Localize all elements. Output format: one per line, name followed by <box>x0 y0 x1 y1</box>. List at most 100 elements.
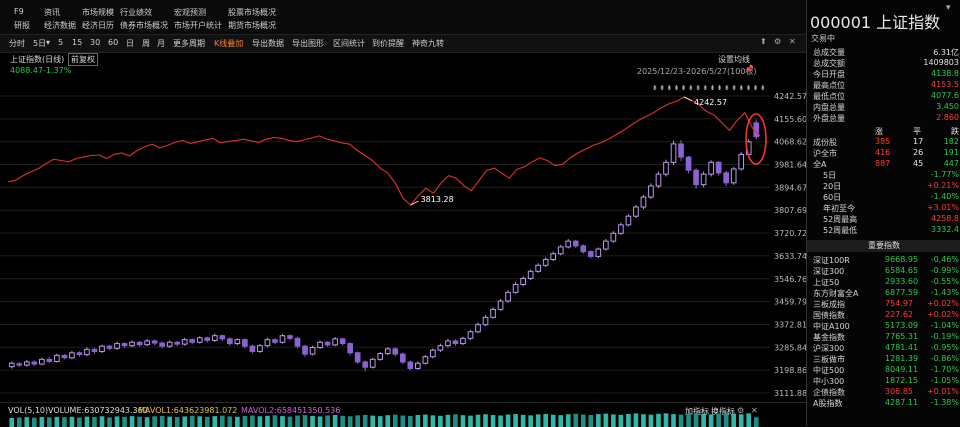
index-change: -1.05% <box>930 376 959 385</box>
index-value: 306.85 <box>885 387 913 396</box>
candle-body <box>332 338 338 346</box>
index-value: 9668.95 <box>885 255 919 264</box>
menu-item-macro[interactable]: 宏观预测 <box>174 7 206 18</box>
menu-item-bond-overview[interactable]: 债券市场概况 <box>120 20 168 31</box>
close-icon[interactable]: ✕ <box>789 37 796 46</box>
volume-bar-item <box>738 414 744 427</box>
candle-body <box>362 361 369 368</box>
stat-row: 今日开盘 4138.8 <box>813 69 960 79</box>
toolbar-export-data[interactable]: 导出数据 <box>252 38 284 49</box>
menu-item-economic-calendar[interactable]: 经济日历 <box>82 20 114 31</box>
volume-bar-item <box>543 413 549 427</box>
index-value: 6584.65 <box>885 266 919 275</box>
period-value: -1.40% <box>930 192 959 201</box>
y-tick-label: 3198.86 <box>774 366 806 375</box>
index-change: -1.43% <box>930 288 959 297</box>
toolbar-60min[interactable]: 60 <box>108 38 118 47</box>
stat-row: 最低点位 4077.6 <box>813 91 960 101</box>
y-tick-label: 3285.84 <box>774 343 806 352</box>
candle-body <box>8 362 15 368</box>
volume-bar-item <box>618 414 624 427</box>
stat-label: 外盘总量 <box>813 114 845 123</box>
volume-bar-item <box>152 416 157 427</box>
volume-bar-item <box>197 416 203 427</box>
volume-bar: VOL(5,10) VOLUME:630732943.360 MAVOL1:64… <box>0 402 806 427</box>
candle-body <box>422 356 429 364</box>
period-label: 年初至今 <box>823 204 855 213</box>
volume-bar-item <box>468 415 473 427</box>
index-name: 深证100R <box>813 256 850 265</box>
candle-body <box>625 215 632 226</box>
toolbar-day[interactable]: 日 <box>126 38 134 49</box>
overlay-line <box>7 96 761 206</box>
toolbar-kline-overlay[interactable]: K线叠加 <box>214 38 243 49</box>
volume-bar-item <box>219 415 225 427</box>
candle-body <box>129 341 135 347</box>
volume-bar-item <box>746 413 752 427</box>
menu-item-futures-overview[interactable]: 期货市场概况 <box>228 20 276 31</box>
breadth-down: 191 <box>943 148 959 157</box>
menu-item-market-scale[interactable]: 市场规模 <box>82 7 114 18</box>
volume-bar-item <box>385 415 391 427</box>
candlestick-chart[interactable]: 4242.57 4155.60 4068.62 3981.64 3894.67 3807.… <box>0 52 806 406</box>
menu-item-research[interactable]: 研报 <box>14 20 30 31</box>
toolbar-range-stats[interactable]: 区间统计 <box>333 38 365 49</box>
index-row: 三板做市 1281.39 -0.86% <box>813 354 960 364</box>
toolbar-month[interactable]: 月 <box>157 38 165 49</box>
y-tick-label: 4068.62 <box>774 138 806 147</box>
volume-bar-item <box>159 415 165 427</box>
candle-body <box>708 161 714 175</box>
toolbar-week[interactable]: 周 <box>142 38 150 49</box>
toolbar-magic-nine[interactable]: 神奇九转 <box>412 38 444 49</box>
index-title: 000001 上证指数 <box>810 13 941 32</box>
index-name: 东方财富全A <box>813 289 859 298</box>
candle-body <box>595 248 602 257</box>
menu-item-f9[interactable]: F9 <box>14 7 24 16</box>
menu-item-industry[interactable]: 行业绩效 <box>120 7 152 18</box>
volume-bar-item <box>362 414 368 427</box>
index-row: 中证A100 5173.09 -1.04% <box>813 321 960 331</box>
menu-item-stock-overview[interactable]: 股票市场概况 <box>228 7 276 18</box>
arrow-up-icon[interactable]: ⬆ <box>760 37 767 46</box>
candle-body <box>354 352 361 363</box>
stat-value: 4077.6 <box>931 91 959 100</box>
candle-body <box>39 358 45 365</box>
volume-bar-item <box>407 415 413 427</box>
toolbar-15min[interactable]: 15 <box>72 38 82 47</box>
menu-item-news[interactable]: 资讯 <box>44 7 60 18</box>
breadth-label: 全A <box>813 160 827 169</box>
menu-item-account-stats[interactable]: 市场开户统计 <box>174 20 222 31</box>
marker-arrow: ⇟ <box>738 84 744 92</box>
settings-icon[interactable]: ⚙ <box>774 37 781 46</box>
toolbar-dropdown-icon[interactable]: ▾ <box>46 38 50 47</box>
volume-bar-item <box>678 414 684 427</box>
chevron-down-icon[interactable]: ▾ <box>946 3 958 13</box>
toolbar-export-image[interactable]: 导出图形 <box>292 38 324 49</box>
candle-body <box>181 339 188 345</box>
candle-body <box>174 341 181 345</box>
index-row: 深证300 6584.65 -0.99% <box>813 266 960 276</box>
toolbar-5day[interactable]: 5日 <box>33 38 46 49</box>
index-change: -0.19% <box>930 332 959 341</box>
stat-label: 最低点位 <box>813 92 845 101</box>
candle-body <box>505 291 511 302</box>
toolbar-price-alert[interactable]: 到价提醒 <box>372 38 404 49</box>
volume-bar-item <box>392 414 398 427</box>
volume-bar-item <box>565 414 571 427</box>
volume-bar-item <box>558 415 564 427</box>
toolbar-5min[interactable]: 5 <box>58 38 63 47</box>
toolbar-intraday[interactable]: 分时 <box>9 38 25 49</box>
volume-bar-item <box>505 414 511 427</box>
volume-bar-item <box>633 413 639 427</box>
candle-body <box>550 253 557 261</box>
toolbar-more-periods[interactable]: 更多周期 <box>173 38 205 49</box>
menu-item-economic-data[interactable]: 经济数据 <box>44 20 76 31</box>
volume-bar-item <box>513 414 518 427</box>
toolbar-30min[interactable]: 30 <box>90 38 100 47</box>
top-menu: F9 资讯 市场规模 行业绩效 宏观预测 股票市场概况 研报 经济数据 经济日历… <box>0 0 806 34</box>
period-label: 20日 <box>823 182 842 191</box>
index-value: 1281.39 <box>885 354 919 363</box>
marker-arrow: ⇟ <box>652 84 658 92</box>
candle-body <box>460 337 466 345</box>
candle-body <box>249 345 256 352</box>
